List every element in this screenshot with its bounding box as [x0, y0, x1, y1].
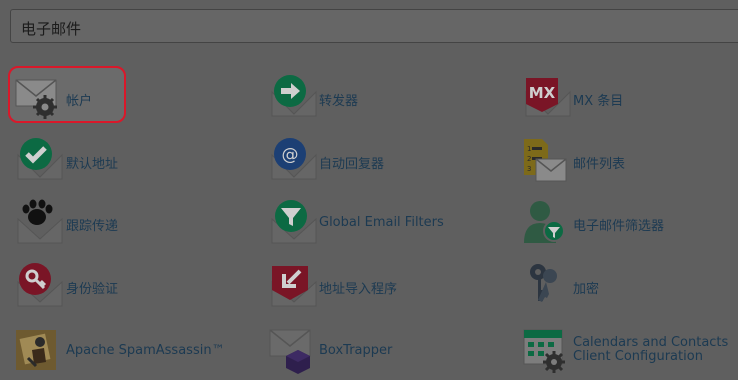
boxtrapper-cube-icon	[268, 326, 316, 374]
default-address-label: 默认地址	[66, 157, 119, 172]
calendars-contacts-link[interactable]: Calendars and Contacts Client Configurat…	[522, 328, 732, 380]
calendars-contacts-label-line2: Client Configuration	[573, 349, 703, 364]
mx-entry-link[interactable]: MX MX 条目	[524, 74, 674, 126]
mailing-list-icon: 1 2 3	[524, 137, 572, 185]
forwarders-link[interactable]: 转发器	[270, 74, 420, 126]
spamassassin-icon	[14, 328, 62, 376]
authentication-label: 身份验证	[66, 282, 119, 297]
track-delivery-label: 跟踪传递	[66, 219, 119, 234]
mailing-lists-label: 邮件列表	[573, 157, 626, 172]
global-email-filters-label: Global Email Filters	[319, 215, 444, 230]
svg-text:2: 2	[527, 155, 531, 163]
email-section-header: 电子邮件	[10, 9, 738, 43]
encryption-label: 加密	[573, 282, 600, 297]
mailing-lists-link[interactable]: 1 2 3 邮件列表	[524, 137, 674, 189]
boxtrapper-link[interactable]: BoxTrapper	[268, 326, 418, 378]
boxtrapper-label: BoxTrapper	[319, 343, 393, 358]
default-address-check-icon	[16, 137, 64, 185]
autoresponders-link[interactable]: @ 自动回复器	[270, 137, 420, 189]
section-title: 电子邮件	[21, 20, 82, 38]
default-address-link[interactable]: 默认地址	[16, 137, 156, 189]
mx-record-icon: MX	[524, 74, 572, 122]
mx-entry-label: MX 条目	[573, 94, 624, 109]
keys-encryption-icon	[524, 262, 572, 310]
email-accounts-label: 帐户	[66, 94, 93, 109]
key-auth-icon	[16, 262, 64, 310]
import-arrow-icon	[270, 262, 318, 310]
user-filter-icon	[522, 199, 570, 247]
global-email-filters-link[interactable]: Global Email Filters	[270, 199, 444, 251]
spamassassin-label: Apache SpamAssassin™	[66, 343, 225, 358]
global-filter-funnel-icon	[270, 199, 318, 247]
address-importer-label: 地址导入程序	[319, 282, 398, 297]
spamassassin-link[interactable]: Apache SpamAssassin™	[14, 328, 225, 380]
paw-track-icon	[16, 199, 64, 247]
address-importer-link[interactable]: 地址导入程序	[270, 262, 420, 314]
authentication-link[interactable]: 身份验证	[16, 262, 156, 314]
svg-text:1: 1	[527, 145, 531, 153]
envelope-gear-icon	[14, 74, 62, 122]
email-accounts-link[interactable]: 帐户	[14, 74, 124, 126]
autoresponders-label: 自动回复器	[319, 157, 385, 172]
track-delivery-link[interactable]: 跟踪传递	[16, 199, 156, 251]
calendar-gear-icon	[522, 328, 570, 376]
calendars-contacts-label-line1: Calendars and Contacts	[573, 335, 729, 350]
forwarders-label: 转发器	[319, 94, 359, 109]
autoresponder-at-icon: @	[270, 137, 318, 185]
encryption-link[interactable]: 加密	[524, 262, 674, 314]
svg-text:3: 3	[527, 165, 531, 173]
svg-text:@: @	[282, 145, 299, 165]
email-filters-link[interactable]: 电子邮件筛选器	[522, 199, 702, 251]
calendars-contacts-label: Calendars and Contacts Client Configurat…	[573, 336, 728, 364]
forward-arrow-icon	[270, 74, 318, 122]
email-filters-label: 电子邮件筛选器	[573, 219, 665, 234]
mx-badge-text: MX	[529, 84, 556, 102]
